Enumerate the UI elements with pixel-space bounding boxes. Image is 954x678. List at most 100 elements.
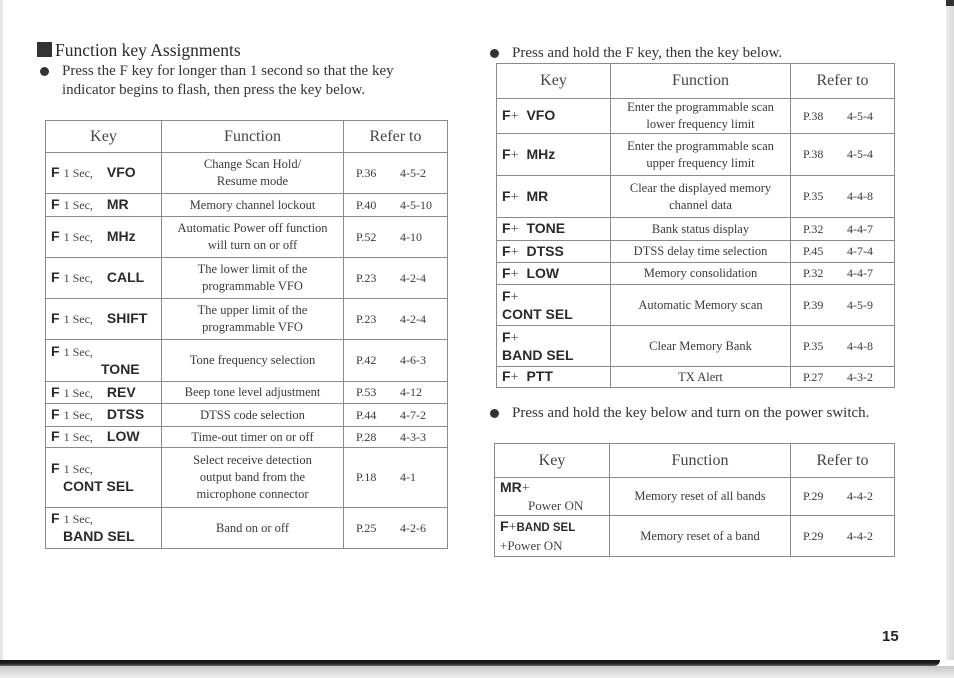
bullet-icon: [490, 49, 499, 58]
power-on-label: +Power ON: [500, 538, 563, 553]
table-row: F+ BAND SEL Clear Memory Bank P.35 4-4-8: [496, 325, 895, 367]
header-function: Function: [609, 443, 791, 478]
hold-duration: 1 Sec,: [63, 230, 93, 244]
section-ref: 4-4-2: [847, 528, 873, 543]
function-line: Memory channel lockout: [189, 197, 316, 212]
header-refer: Refer to: [343, 120, 448, 153]
page-left-edge: [0, 0, 3, 660]
power-on-label: Power ON: [528, 498, 584, 513]
key-label: MR: [526, 187, 549, 204]
f-key-label: F: [500, 518, 509, 534]
page-ref: P.38: [803, 147, 824, 161]
key-label: MR: [500, 479, 522, 495]
function-cell: Memory reset of a band: [609, 515, 791, 557]
function-cell: Automatic Power off function will turn on…: [161, 216, 344, 258]
page-ref: P.38: [803, 108, 824, 123]
hold-duration: 1 Sec,: [63, 408, 93, 422]
function-key-table-1sec: Key Function Refer to F 1 Sec, VFO Change …: [45, 120, 448, 549]
refer-cell: P.23 4-2-4: [343, 298, 448, 340]
key-line-1: F 1 Sec,: [51, 510, 161, 528]
page-ref: P.28: [356, 429, 377, 444]
power-on-key-table: Key Function Refer to MR+ Power ON Memory …: [494, 443, 895, 557]
key-cell: MR+ Power ON: [494, 477, 610, 516]
page-ref: P.18: [356, 470, 377, 484]
section-ref: 4-5-2: [400, 165, 426, 180]
section-ref: 4-7-2: [400, 407, 426, 422]
function-cell: Memory consolidation: [610, 262, 791, 285]
key-cell: F 1 Sec, REV: [45, 381, 162, 404]
key-line-1: F 1 Sec,: [51, 460, 161, 478]
key-label: SHIFT: [106, 310, 148, 326]
left-intro-text: Press the F key for longer than 1 second…: [62, 63, 394, 98]
key-label: DTSS: [106, 406, 145, 422]
key-cell: F+ VFO: [496, 98, 611, 134]
page-ref: P.39: [803, 297, 824, 312]
function-cell: Memory channel lockout: [161, 193, 344, 217]
header-key: Key: [494, 443, 610, 478]
table-row: F 1 Sec, BAND SEL Band on or off P.25 4-2-6: [45, 507, 448, 549]
plus-sign: +: [510, 147, 519, 163]
section-ref: 4-4-7: [847, 266, 873, 280]
key-cell: F 1 Sec, MR: [45, 193, 162, 217]
f-key-label: F: [502, 328, 511, 345]
f-key-label: F: [51, 342, 60, 359]
hold-duration: 1 Sec,: [63, 312, 93, 326]
header-function: Function: [610, 63, 791, 99]
refer-cell: P.27 4-3-2: [790, 366, 895, 388]
f-key-label: F: [51, 269, 60, 285]
key-label: BAND SEL: [516, 522, 576, 534]
function-line: programmable VFO: [202, 279, 303, 293]
key-label: MR: [106, 196, 129, 212]
section-ref: 4-4-7: [847, 221, 873, 236]
function-key-table-f-hold: Key Function Refer to F+ VFO Enter the pr…: [496, 63, 895, 388]
function-line: DTSS delay time selection: [633, 244, 768, 258]
table-row: F+ CONT SEL Automatic Memory scan P.39 4-5-9: [496, 284, 895, 326]
function-line: The lower limit of the: [197, 262, 308, 276]
key-label: LOW: [106, 428, 140, 444]
key-label: CONT SEL: [502, 305, 573, 322]
key-cell: F+ MHz: [496, 133, 611, 176]
plus-sign: +: [510, 330, 519, 346]
page-ref: P.40: [356, 197, 377, 212]
function-line: Memory reset of a band: [640, 528, 760, 543]
function-line: Change Scan Hold/: [203, 157, 302, 171]
function-line: channel data: [669, 197, 732, 212]
function-line: will turn on or off: [207, 238, 298, 252]
hold-duration: 1 Sec,: [63, 461, 93, 476]
key-cell: F 1 Sec, TONE: [45, 339, 162, 382]
f-key-label: F: [51, 228, 60, 244]
key-line-2: BAND SEL: [502, 347, 610, 364]
page-ref: P.23: [356, 270, 377, 285]
f-key-label: F: [51, 310, 60, 326]
section-ref: 4-2-6: [400, 520, 426, 535]
key-label: BAND SEL: [63, 528, 135, 544]
key-label: CONT SEL: [63, 477, 134, 494]
refer-cell: P.25 4-2-6: [343, 507, 448, 549]
table-row: F 1 Sec, CALL The lower limit of the progra…: [45, 257, 448, 299]
page-ref: P.45: [803, 244, 824, 258]
function-cell: Change Scan Hold/Resume mode: [161, 152, 344, 194]
function-cell: The upper limit of the programmable VFO: [161, 298, 344, 340]
key-line-1: F+BAND SEL: [500, 518, 609, 537]
header-key: Key: [45, 120, 162, 153]
header-refer: Refer to: [790, 63, 895, 99]
function-cell: Band on or off: [161, 507, 344, 549]
f-key-label: F: [51, 196, 60, 212]
refer-cell: P.32 4-4-7: [790, 217, 895, 241]
bullet-icon: [490, 409, 499, 418]
section-ref: 4-5-9: [847, 297, 873, 312]
page-ref: P.29: [803, 489, 824, 503]
function-cell: Enter the programmable scan upper frequen…: [610, 133, 791, 176]
plus-sign: +: [510, 189, 519, 205]
key-cell: F 1 Sec, CONT SEL: [45, 447, 162, 508]
f-key-label: F: [51, 459, 60, 476]
function-cell: Memory reset of all bands: [609, 477, 791, 516]
f-key-label: F: [502, 145, 511, 162]
refer-cell: P.38 4-5-4: [790, 133, 895, 176]
key-cell: F 1 Sec, BAND SEL: [45, 507, 162, 549]
table-row: F 1 Sec, TONE Tone frequency selection P.42…: [45, 339, 448, 382]
hold-duration: 1 Sec,: [63, 385, 93, 400]
f-key-label: F: [502, 187, 511, 204]
key-line-1: F+: [502, 288, 610, 306]
right-bottom-intro-text: Press and hold the key below and turn on…: [512, 405, 870, 421]
